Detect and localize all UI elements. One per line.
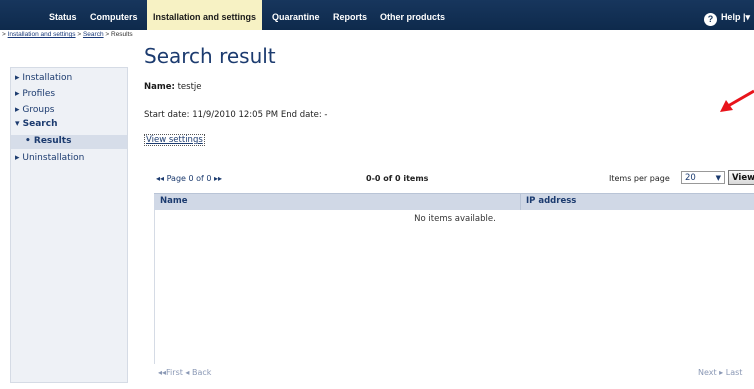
- breadcrumb: > Installation and settings > Search > R…: [2, 31, 133, 38]
- grid-body: No items available.: [154, 210, 754, 364]
- name-label: Name:: [144, 82, 175, 92]
- grid-header: Name IP address: [154, 193, 754, 211]
- breadcrumb-separator: >: [2, 31, 6, 38]
- grid-footer: ◂◂First ◂ Back Next ▸ Last: [154, 366, 754, 380]
- items-per-page-value: 20: [685, 173, 696, 183]
- sidebar-item-profiles[interactable]: ▸ Profiles: [15, 89, 55, 99]
- nav-other-products[interactable]: Other products: [380, 0, 445, 30]
- breadcrumb-current: Results: [111, 31, 133, 38]
- view-settings-link[interactable]: View settings: [144, 134, 205, 146]
- chevron-down-icon: ▾: [745, 12, 750, 22]
- breadcrumb-separator: >: [77, 31, 82, 38]
- name-row: Name: testje: [144, 82, 202, 92]
- annotation-arrow-icon: [720, 89, 754, 112]
- date-range: Start date: 11/9/2010 12:05 PM End date:…: [144, 110, 328, 120]
- page-title: Search result: [144, 44, 276, 68]
- nav-installation-and-settings[interactable]: Installation and settings: [147, 0, 262, 30]
- first-back-nav[interactable]: ◂◂First ◂ Back: [158, 368, 211, 377]
- item-count: 0-0 of 0 items: [366, 174, 429, 183]
- empty-message: No items available.: [414, 214, 496, 224]
- sidebar-item-groups[interactable]: ▸ Groups: [15, 105, 54, 115]
- column-header-ip-address[interactable]: IP address: [526, 196, 576, 206]
- grid-pager: ◂◂ Page 0 of 0 ▸▸ 0-0 of 0 items Items p…: [154, 170, 754, 188]
- top-navigation: Status Computers Installation and settin…: [0, 0, 754, 30]
- nav-computers[interactable]: Computers: [90, 0, 138, 30]
- view-button[interactable]: View: [728, 170, 754, 185]
- results-grid: ◂◂ Page 0 of 0 ▸▸ 0-0 of 0 items Items p…: [154, 170, 754, 382]
- sidebar-item-installation[interactable]: ▸ Installation: [15, 73, 72, 83]
- items-per-page-label: Items per page: [609, 174, 670, 183]
- sidebar-item-uninstallation[interactable]: ▸ Uninstallation: [15, 153, 84, 163]
- help-icon: ?: [703, 13, 717, 26]
- page-navigator[interactable]: ◂◂ Page 0 of 0 ▸▸: [156, 174, 222, 183]
- help-label: Help |: [720, 12, 746, 22]
- sidebar-item-search[interactable]: ▾ Search: [15, 119, 58, 129]
- nav-status[interactable]: Status: [49, 0, 77, 30]
- column-divider: [520, 194, 521, 210]
- sidebar-item-results[interactable]: • Results: [25, 136, 71, 146]
- breadcrumb-installation-link[interactable]: Installation and settings: [8, 31, 76, 38]
- items-per-page-select[interactable]: 20 ▼: [681, 171, 725, 184]
- next-last-nav[interactable]: Next ▸ Last: [698, 368, 742, 377]
- nav-reports[interactable]: Reports: [333, 0, 367, 30]
- column-header-name[interactable]: Name: [160, 196, 187, 206]
- chevron-down-icon: ▼: [715, 174, 721, 182]
- help-menu[interactable]: ? Help |▾: [703, 0, 750, 30]
- breadcrumb-search-link[interactable]: Search: [83, 31, 104, 38]
- name-value: testje: [177, 82, 202, 92]
- breadcrumb-separator: >: [105, 31, 110, 38]
- sidebar: ▸ Installation ▸ Profiles ▸ Groups ▾ Sea…: [10, 67, 128, 383]
- nav-quarantine[interactable]: Quarantine: [272, 0, 320, 30]
